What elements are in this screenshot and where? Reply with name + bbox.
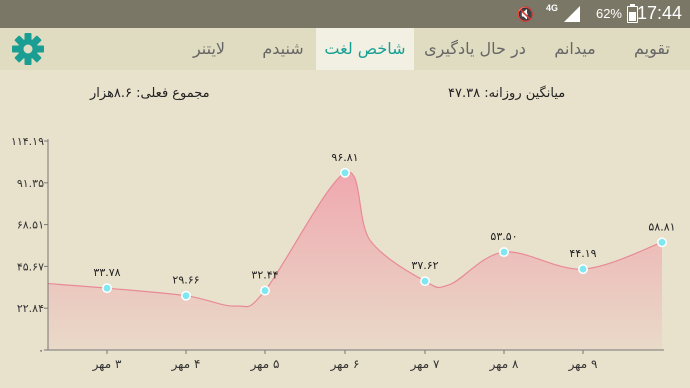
daily-average: میانگین روزانه: ۴۷.۳۸	[448, 86, 566, 101]
data-label: ۵۸.۸۱	[648, 220, 675, 233]
x-tick-label: ۸ مهر	[489, 357, 519, 372]
data-label: ۳۳.۷۸	[93, 266, 120, 279]
y-tick-label: ۴۵.۶۷	[17, 260, 44, 273]
data-point	[102, 283, 112, 294]
x-tick-label: ۵ مهر	[250, 357, 280, 372]
tab-leitner[interactable]: لایتنر	[168, 28, 250, 70]
battery-percentage: 62%	[595, 6, 622, 21]
mute-icon: 🔇	[516, 6, 534, 22]
tab-bar: لایتنر شنیدم شاخص لغت در حال یادگیری مید…	[0, 28, 690, 70]
x-tick-label: ۶ مهر	[330, 357, 360, 372]
data-label: ۵۳.۵۰	[490, 230, 517, 243]
x-tick-label: ۷ مهر	[410, 357, 440, 372]
chart-area-fill	[48, 171, 662, 350]
tab-learning[interactable]: در حال یادگیری	[414, 28, 536, 70]
tab-calendar[interactable]: تقویم	[614, 28, 690, 70]
data-point	[420, 276, 430, 287]
current-total: مجموع فعلی: ۸.۶هزار	[90, 86, 210, 101]
gear-icon[interactable]	[10, 31, 46, 67]
y-tick-label: ۰	[38, 344, 44, 357]
y-tick-label: ۹۱.۳۵	[17, 177, 44, 190]
network-label: 4G	[545, 3, 558, 13]
data-label: ۹۶.۸۱	[331, 151, 358, 164]
data-label: ۳۲.۴۴	[251, 269, 278, 282]
clock: 17:44	[636, 3, 682, 23]
data-point	[578, 264, 588, 275]
x-tick-label: ۴ مهر	[171, 357, 201, 372]
data-point	[181, 290, 191, 301]
x-tick-label: ۹ مهر	[568, 357, 598, 372]
status-bar: 🔇 4G 62% 17:44	[0, 0, 690, 28]
y-tick-label: ۲۲.۸۴	[17, 302, 44, 315]
y-tick-label: ۶۸.۵۱	[17, 219, 44, 232]
data-point	[260, 285, 270, 296]
tab-word-index[interactable]: شاخص لغت	[316, 28, 414, 70]
tab-known[interactable]: میدانم	[536, 28, 614, 70]
tab-heard[interactable]: شنیدم	[250, 28, 316, 70]
signal-icon	[564, 6, 580, 22]
data-point	[340, 167, 350, 178]
data-label: ۴۴.۱۹	[569, 247, 596, 260]
y-tick-label: ۱۱۴.۱۹	[11, 135, 44, 148]
chart: ۰ ۲۲.۸۴ ۴۵.۶۷ ۶۸.۵۱ ۹۱.۳۵ ۱۱۴.۱۹ ۳ مهر ۴ مهر ۵ م…	[11, 135, 676, 372]
x-tick-label: ۳ مهر	[92, 357, 122, 372]
data-point	[499, 247, 509, 258]
data-label: ۳۷.۶۲	[411, 259, 438, 272]
data-point	[657, 237, 667, 248]
data-label: ۲۹.۶۶	[172, 274, 199, 287]
